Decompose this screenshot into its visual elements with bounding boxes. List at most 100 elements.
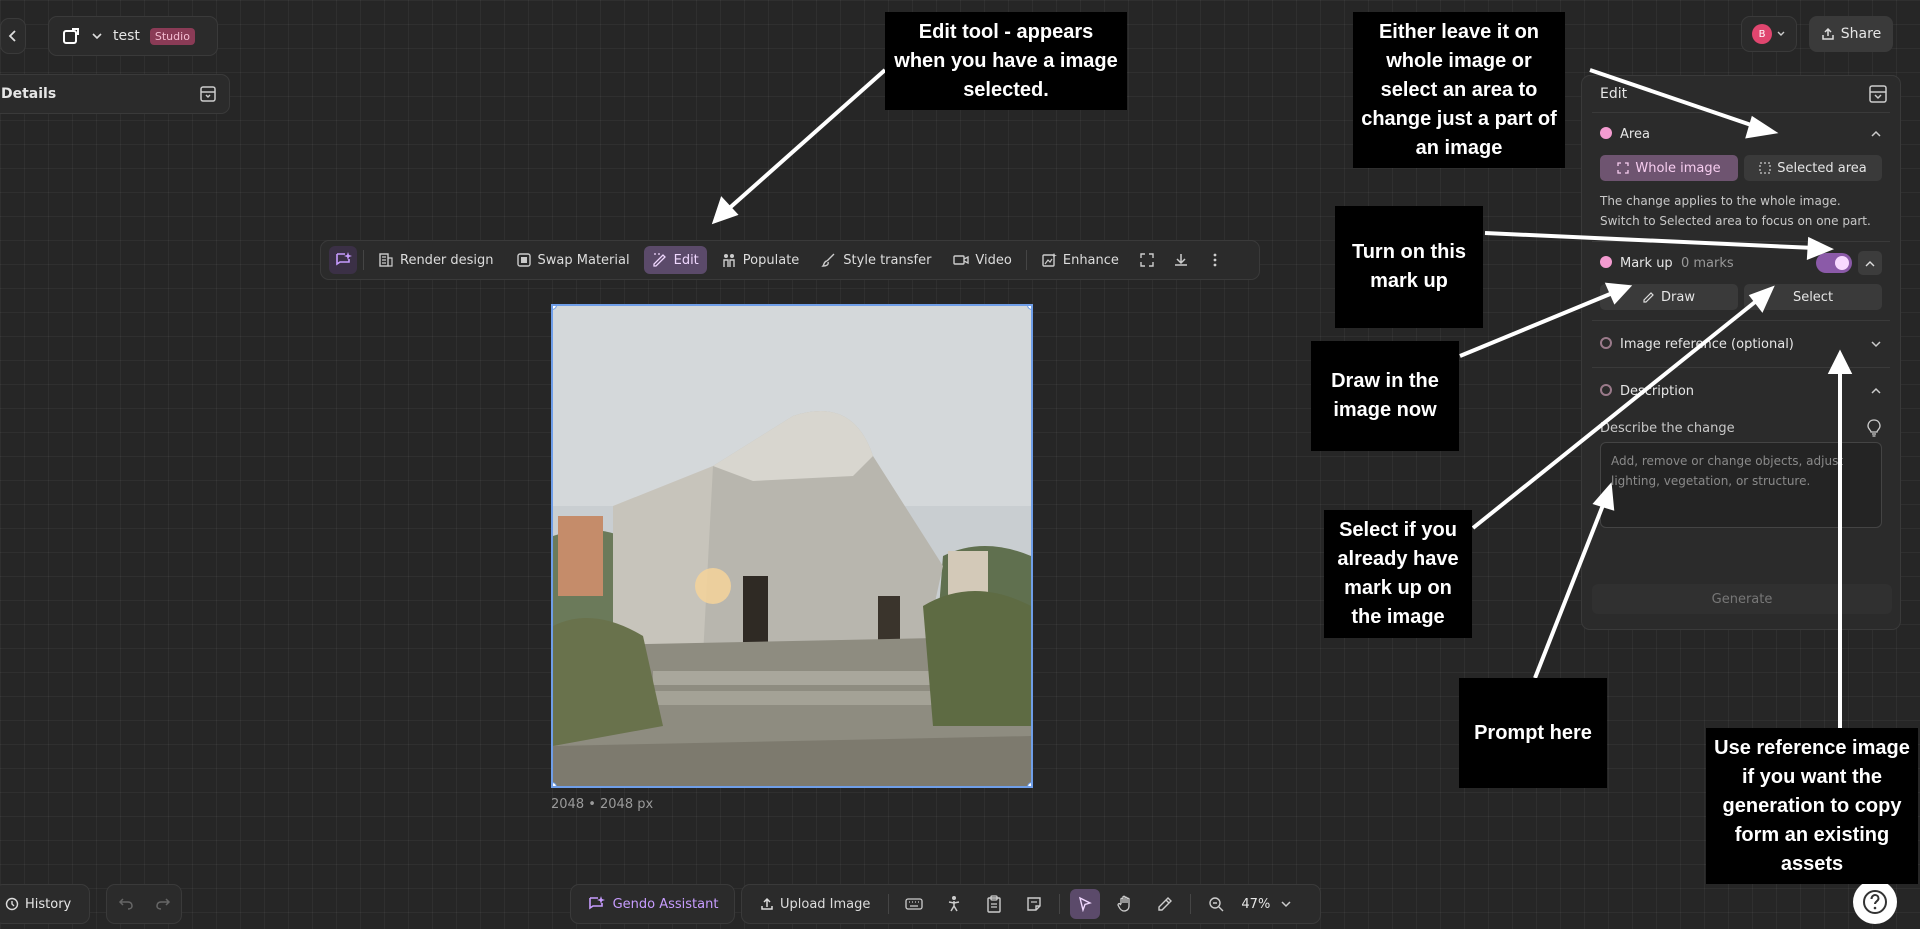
clipboard-icon (987, 895, 1002, 913)
pan-tool-button[interactable] (1110, 889, 1140, 919)
render-design-button[interactable]: Render design (370, 246, 502, 274)
draw-tool-button[interactable] (1150, 889, 1180, 919)
dashed-selection-icon (1759, 162, 1771, 174)
area-label: Area (1620, 126, 1650, 142)
status-dot (1600, 126, 1612, 139)
markup-toggle[interactable] (1816, 253, 1852, 273)
edit-pencil-icon (652, 253, 666, 267)
image-reference-section: Image reference (optional) (1592, 320, 1890, 367)
download-button[interactable] (1167, 246, 1195, 274)
annotation-prompt: Prompt here (1459, 678, 1607, 788)
populate-button[interactable]: Populate (713, 246, 808, 274)
upload-image-button[interactable]: Upload Image (752, 890, 878, 918)
keyboard-icon (905, 898, 924, 910)
whole-image-label: Whole image (1635, 160, 1721, 176)
toolbar-divider (1190, 894, 1192, 914)
sticky-note-icon (1027, 897, 1042, 911)
style-transfer-button[interactable]: Style transfer (813, 246, 939, 274)
share-label: Share (1840, 26, 1882, 42)
people-icon (723, 254, 735, 267)
material-icon (516, 253, 531, 267)
history-label: History (25, 896, 72, 912)
populate-label: Populate (742, 252, 800, 268)
area-section: Area Whole image Selected area The chang… (1592, 112, 1890, 241)
area-help-text: The change applies to the whole image. S… (1600, 194, 1871, 228)
history-button[interactable]: History (0, 884, 90, 924)
details-panel: Details (0, 74, 230, 114)
select-tool-button[interactable] (1070, 889, 1101, 919)
video-camera-icon (953, 255, 970, 265)
assistant-label: Gendo Assistant (612, 896, 719, 912)
image-reference-label: Image reference (optional) (1620, 336, 1794, 352)
render-design-label: Render design (400, 252, 494, 268)
chevron-down-icon[interactable] (1280, 900, 1292, 908)
whole-image-button[interactable]: Whole image (1600, 155, 1738, 181)
frame-corners-icon (1617, 162, 1630, 174)
edit-panel: Edit Area Whole image Selected area The … (1581, 75, 1901, 630)
chevron-up-icon (1865, 260, 1875, 266)
chevron-down-icon[interactable] (91, 31, 103, 41)
ai-chat-icon (588, 896, 605, 910)
upscale-button[interactable] (1133, 246, 1161, 274)
note-button[interactable] (1019, 889, 1049, 919)
selected-image[interactable] (551, 304, 1033, 788)
annotation-draw: Draw in the image now (1311, 341, 1459, 451)
building-photo (553, 306, 1031, 786)
keyboard-button[interactable] (899, 889, 929, 919)
enhance-button[interactable]: Enhance (1033, 246, 1127, 274)
add-person-button[interactable] (939, 889, 969, 919)
markup-header: Mark up 0 marks (1592, 242, 1890, 284)
chevron-up-icon (1871, 130, 1881, 137)
undo-icon[interactable] (118, 897, 134, 911)
ai-chat-icon (336, 252, 352, 266)
resize-handle-bottom-right[interactable] (1027, 782, 1031, 786)
selected-area-button[interactable]: Selected area (1744, 155, 1882, 181)
zoom-level[interactable]: 47% (1241, 897, 1270, 912)
back-button[interactable] (0, 18, 26, 54)
lightbulb-icon[interactable] (1866, 419, 1882, 437)
share-icon (1822, 27, 1834, 40)
annotation-reference: Use reference image if you want the gene… (1706, 728, 1918, 884)
toolbar-divider (363, 250, 364, 270)
enhance-icon (1042, 253, 1057, 267)
ai-assistant-button[interactable] (329, 246, 357, 274)
gendo-assistant-button[interactable]: Gendo Assistant (570, 884, 735, 924)
select-button[interactable]: Select (1744, 284, 1882, 310)
draw-button[interactable]: Draw (1600, 284, 1738, 310)
area-toggle-group: Whole image Selected area (1592, 155, 1890, 181)
help-button[interactable] (1853, 880, 1897, 924)
redo-icon[interactable] (155, 897, 171, 911)
collapse-panel-icon[interactable] (199, 85, 217, 103)
image-reference-header[interactable]: Image reference (optional) (1592, 321, 1890, 367)
annotation-markup-toggle: Turn on this mark up (1335, 206, 1483, 328)
project-chip[interactable]: test Studio (48, 16, 218, 56)
account-menu[interactable]: B (1741, 16, 1797, 52)
share-button[interactable]: Share (1809, 16, 1893, 52)
markup-section: Mark up 0 marks Draw Select (1592, 241, 1890, 320)
markup-count: 0 marks (1680, 255, 1734, 271)
chevron-down-icon (1871, 341, 1881, 348)
chevron-up-icon (1871, 387, 1881, 394)
hand-icon (1117, 895, 1131, 912)
upload-icon (761, 897, 773, 910)
swap-material-button[interactable]: Swap Material (508, 246, 638, 274)
building-icon (379, 253, 393, 267)
more-vertical-icon (1213, 253, 1217, 267)
collapse-panel-icon[interactable] (1868, 84, 1888, 104)
download-icon (1174, 254, 1187, 266)
zoom-button[interactable] (1201, 889, 1231, 919)
description-input[interactable]: Add, remove or change objects, adjust li… (1600, 442, 1882, 528)
video-button[interactable]: Video (945, 246, 1019, 274)
more-options-button[interactable] (1201, 246, 1229, 274)
description-header[interactable]: Description (1592, 368, 1890, 414)
edit-panel-title: Edit (1600, 86, 1628, 102)
upload-label: Upload Image (780, 896, 871, 912)
description-label: Description (1620, 383, 1695, 399)
markup-collapse-button[interactable] (1858, 251, 1882, 275)
project-name: test (113, 28, 140, 44)
pen-icon (1158, 897, 1173, 911)
generate-button[interactable]: Generate (1592, 584, 1892, 614)
clipboard-button[interactable] (979, 889, 1009, 919)
edit-button[interactable]: Edit (643, 246, 707, 274)
area-header[interactable]: Area (1592, 113, 1890, 155)
